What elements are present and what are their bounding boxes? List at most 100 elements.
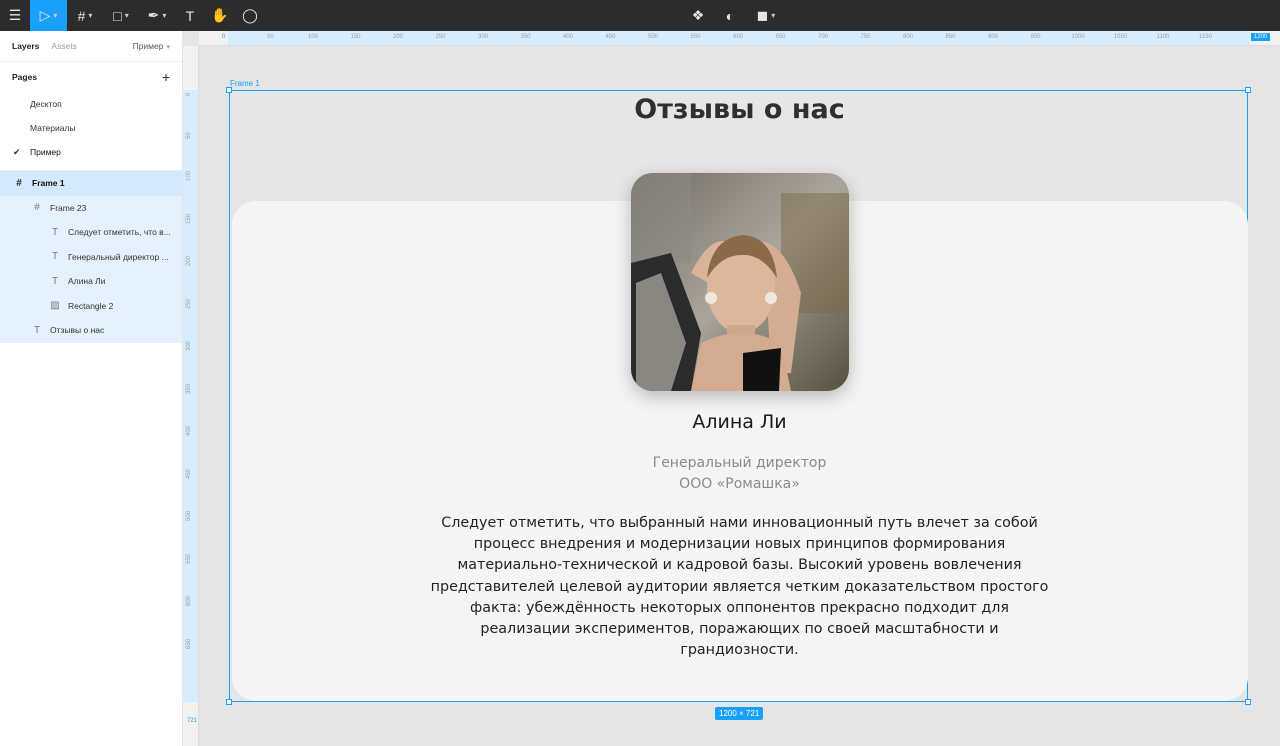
ruler-tick-label: 50 bbox=[186, 131, 192, 139]
comment-tool-button[interactable]: ◯ bbox=[235, 0, 265, 31]
boolean-icon: ◼ bbox=[756, 7, 769, 23]
ruler-tick-label: 800 bbox=[902, 34, 914, 40]
layer-label: Алина Ли bbox=[68, 276, 106, 287]
add-page-icon[interactable]: + bbox=[162, 69, 170, 85]
ruler-tick-label: 750 bbox=[860, 34, 871, 40]
component-icon: ❖ bbox=[691, 7, 705, 23]
ruler-selection-highlight bbox=[183, 90, 198, 702]
layer-label: Следует отметить, что в... bbox=[68, 227, 171, 238]
left-panel: Layers Assets Пример ▾ Pages + Десктоп Ма… bbox=[0, 31, 183, 746]
pen-tool-button[interactable]: ✒ ▾ bbox=[139, 0, 175, 31]
toolbar: ☰ ▷ ▾ # ▾ □ ▾ ✒ ▾ T ✋ ◯ ❖ ◐ ◼ ▾ bbox=[0, 0, 1280, 31]
move-tool-button[interactable]: ▷ ▾ bbox=[30, 0, 67, 31]
ruler-vertical: 721 0 50 100 150 200 250 300 350 400 450 500 550 600… bbox=[183, 46, 199, 746]
page-item-label: Материалы bbox=[30, 123, 76, 133]
ruler-horizontal: 0 1200 50 100 150 200 250 300 350 400 450 500 550 6… bbox=[199, 31, 1280, 46]
ruler-tick-label: 350 bbox=[186, 383, 192, 394]
mask-icon: ◐ bbox=[725, 7, 735, 24]
reviewer-name[interactable]: Алина Ли bbox=[230, 411, 1249, 433]
checkmark-icon: ✔ bbox=[13, 146, 21, 157]
text-icon: T bbox=[33, 324, 41, 336]
ruler-tick-label: 850 bbox=[945, 34, 956, 40]
page-selector-label: Пример bbox=[132, 41, 164, 51]
panel-tabs: Layers Assets Пример ▾ bbox=[0, 31, 182, 62]
page-item-materials[interactable]: Материалы bbox=[0, 116, 182, 140]
chevron-down-icon: ▾ bbox=[166, 44, 170, 51]
frame-1[interactable]: Отзывы о нас Алина Ли Генеральный директ… bbox=[226, 87, 1251, 705]
text-tool-icon: T bbox=[185, 7, 195, 24]
layer-label: Frame 1 bbox=[32, 178, 65, 189]
reviewer-position-title: Генеральный директор bbox=[652, 455, 827, 471]
mask-button[interactable]: ◐ bbox=[720, 0, 740, 31]
chevron-down-icon: ▾ bbox=[124, 11, 129, 20]
reviewer-position-company: ООО «Ромашка» bbox=[679, 476, 800, 492]
frame-icon: # bbox=[16, 177, 22, 189]
frame-name-label[interactable]: Frame 1 bbox=[230, 79, 260, 88]
ruler-tick-label: 900 bbox=[987, 34, 999, 40]
pen-tool-icon: ✒ bbox=[147, 7, 160, 23]
layer-frame-23[interactable]: # Frame 23 bbox=[0, 195, 182, 220]
ruler-tick-label: 0 bbox=[186, 92, 192, 96]
canvas[interactable]: Frame 1 Отзывы о нас Алина Ли Генеральны… bbox=[199, 46, 1280, 746]
ruler-tick-label: 700 bbox=[817, 34, 829, 40]
main-menu-icon[interactable]: ☰ bbox=[0, 0, 30, 31]
ruler-tick-label: 50 bbox=[267, 34, 274, 40]
component-button[interactable]: ❖ bbox=[688, 0, 708, 31]
layer-rectangle-2[interactable]: ▨ Rectangle 2 bbox=[0, 293, 182, 318]
toolbar-center: ❖ ◐ ◼ ▾ bbox=[688, 0, 780, 31]
ruler-end-label: 721 bbox=[187, 718, 198, 724]
ruler-tick-label: 650 bbox=[186, 638, 192, 649]
text-icon: T bbox=[51, 226, 59, 238]
layer-position-text[interactable]: T Генеральный директор ... bbox=[0, 244, 182, 269]
frame-size-badge: 1200 × 721 bbox=[715, 707, 764, 720]
review-text[interactable]: Следует отметить, что выбранный нами инн… bbox=[430, 513, 1049, 661]
reviewer-position[interactable]: Генеральный директор ООО «Ромашка» bbox=[230, 453, 1249, 495]
ruler-tick-label: 100 bbox=[186, 170, 192, 181]
text-tool-button[interactable]: T bbox=[175, 0, 205, 31]
frame-tool-button[interactable]: # ▾ bbox=[67, 0, 103, 31]
avatar[interactable] bbox=[631, 173, 849, 391]
resize-handle-bottom-right[interactable] bbox=[1245, 699, 1251, 705]
resize-handle-bottom-left[interactable] bbox=[226, 699, 232, 705]
ruler-tick-label: 650 bbox=[775, 34, 786, 40]
resize-handle-top-left[interactable] bbox=[226, 87, 232, 93]
ruler-tick-label: 400 bbox=[186, 425, 192, 436]
ruler-tick-label: 150 bbox=[186, 213, 192, 224]
chevron-down-icon: ▾ bbox=[88, 11, 93, 20]
text-icon: T bbox=[51, 251, 59, 263]
layer-name-text[interactable]: T Алина Ли bbox=[0, 269, 182, 294]
frame-icon: # bbox=[34, 202, 40, 214]
shape-tool-icon: □ bbox=[113, 7, 122, 24]
boolean-button[interactable]: ◼ ▾ bbox=[752, 0, 780, 31]
resize-handle-top-right[interactable] bbox=[1245, 87, 1251, 93]
ruler-tick-label: 600 bbox=[732, 34, 744, 40]
page-title[interactable]: Отзывы о нас bbox=[230, 94, 1249, 125]
shape-tool-button[interactable]: □ ▾ bbox=[103, 0, 139, 31]
hand-tool-icon: ✋ bbox=[211, 7, 229, 23]
ruler-tick-label: 100 bbox=[307, 34, 319, 40]
hand-tool-button[interactable]: ✋ bbox=[205, 0, 235, 31]
chevron-down-icon: ▾ bbox=[771, 11, 776, 20]
tab-layers[interactable]: Layers bbox=[12, 41, 39, 51]
pages-title: Pages bbox=[12, 72, 38, 82]
text-icon: T bbox=[51, 275, 59, 287]
ruler-tick-label: 400 bbox=[562, 34, 574, 40]
tab-assets[interactable]: Assets bbox=[51, 41, 77, 51]
pages-header: Pages + bbox=[0, 62, 182, 92]
layer-heading-text[interactable]: T Отзывы о нас bbox=[0, 318, 182, 343]
ruler-start-label: 0 bbox=[222, 34, 226, 40]
frame-tool-icon: # bbox=[77, 7, 86, 24]
ruler-tick-label: 200 bbox=[392, 34, 404, 40]
ruler-tick-label: 250 bbox=[435, 34, 446, 40]
page-item-example[interactable]: ✔ Пример bbox=[0, 140, 182, 164]
layer-quote-text[interactable]: T Следует отметить, что в... bbox=[0, 220, 182, 245]
page-selector[interactable]: Пример ▾ bbox=[133, 41, 170, 51]
ruler-tick-label: 500 bbox=[647, 34, 659, 40]
ruler-tick-label: 300 bbox=[186, 340, 192, 351]
layer-frame-1[interactable]: # Frame 1 bbox=[0, 171, 182, 196]
page-item-label: Десктоп bbox=[30, 99, 62, 109]
divider bbox=[0, 164, 182, 171]
ruler-tick-label: 1150 bbox=[1199, 34, 1212, 40]
ruler-tick-label: 600 bbox=[186, 595, 192, 606]
page-item-desktop[interactable]: Десктоп bbox=[0, 92, 182, 116]
